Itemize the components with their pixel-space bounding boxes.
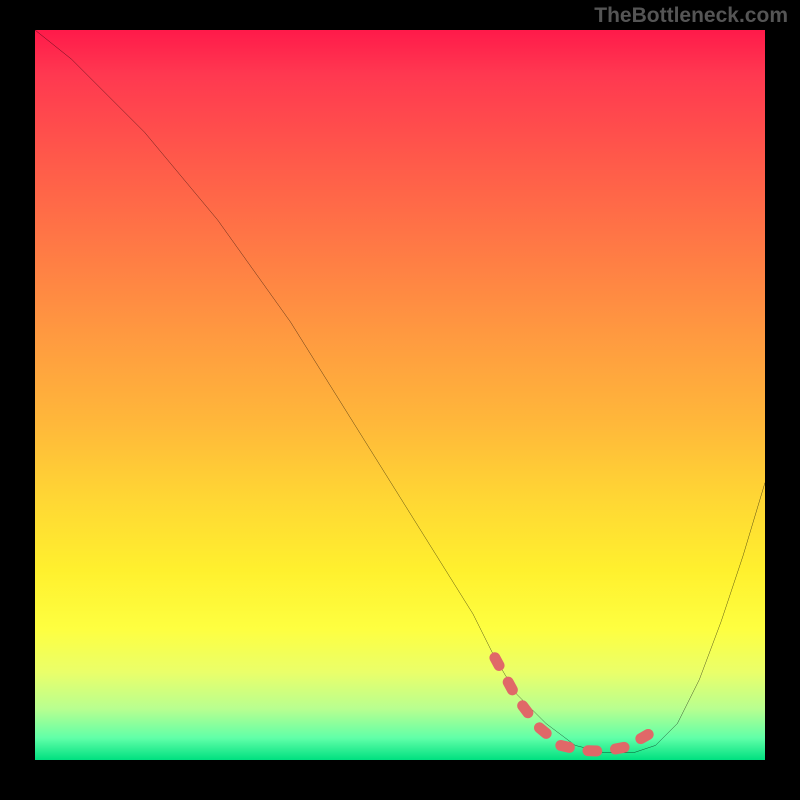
chart-container: TheBottleneck.com: [0, 0, 800, 800]
chart-svg: [35, 30, 765, 760]
optimal-range-markers-group: [495, 658, 648, 751]
watermark-text: TheBottleneck.com: [594, 4, 788, 28]
bottleneck-curve-line: [35, 30, 765, 753]
optimal-range-dotted-line: [495, 658, 648, 751]
plot-area: [35, 30, 765, 760]
curve-group: [35, 30, 765, 753]
